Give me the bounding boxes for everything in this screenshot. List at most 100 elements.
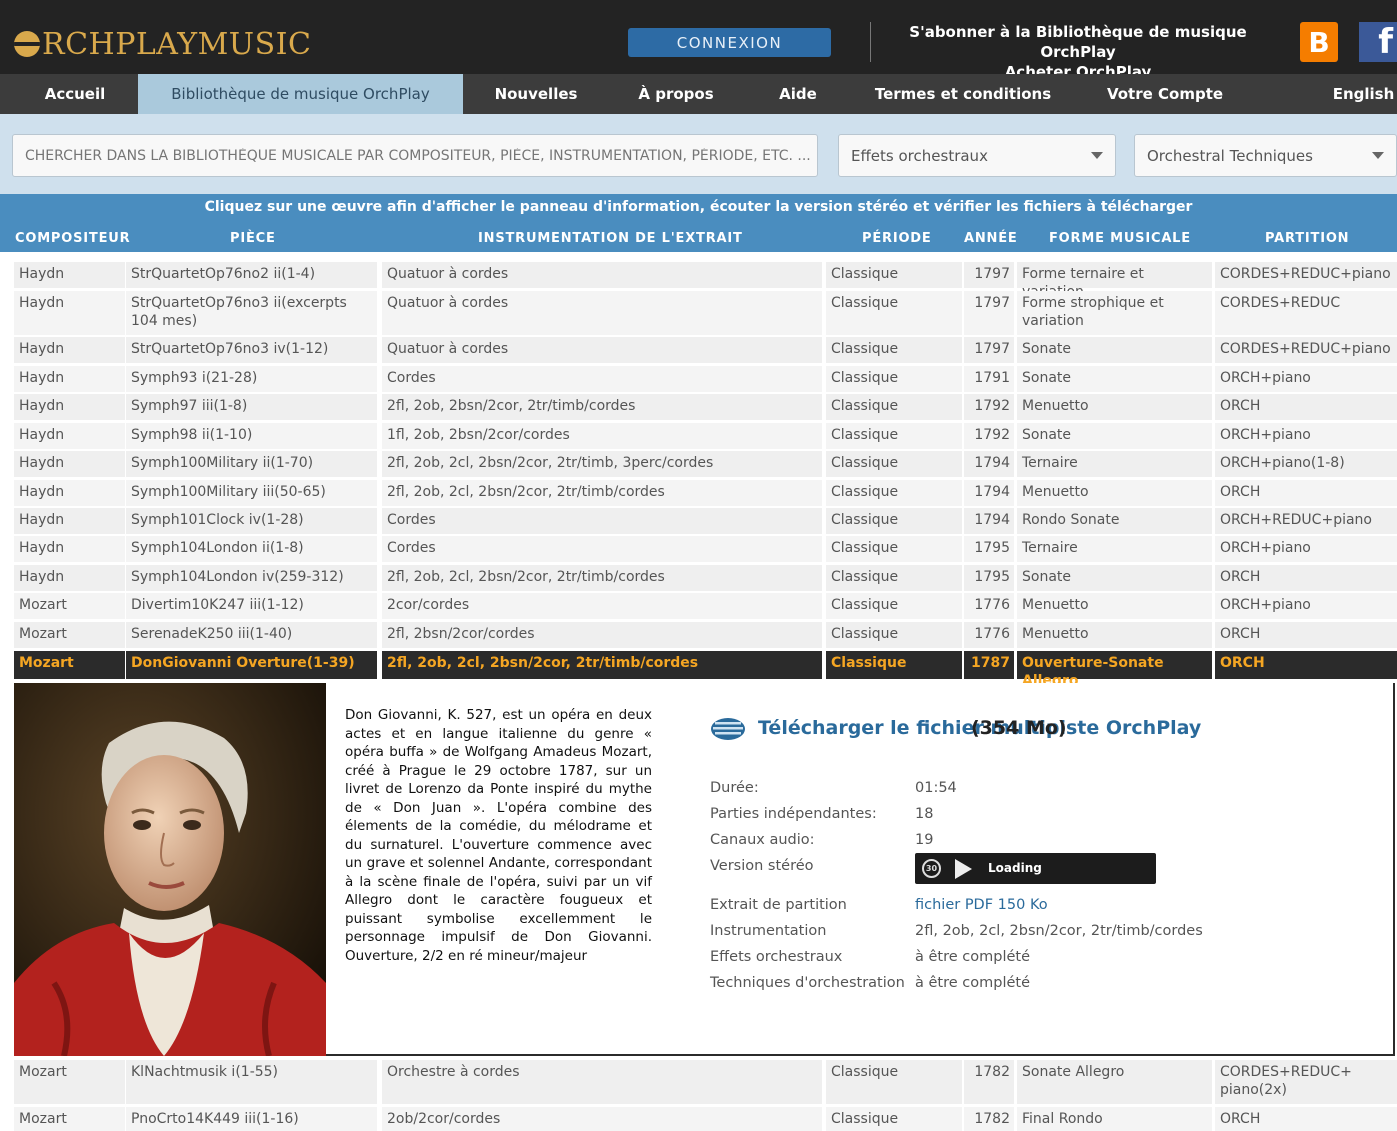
cell-form: Sonate — [1017, 366, 1212, 392]
subscribe-link[interactable]: S'abonner à la Bibliothèque de musique O… — [880, 22, 1276, 62]
search-input[interactable] — [12, 134, 818, 177]
effects-value: à être complété — [915, 949, 1031, 965]
techniques-value: à être complété — [915, 975, 1031, 991]
cell-instrumentation: 2ob/2cor/cordes — [382, 1107, 822, 1131]
cell-form: Ternaire — [1017, 536, 1212, 562]
table-row[interactable]: Haydn Symph104London ii(1-8) Cordes Classiq… — [0, 536, 1397, 562]
cell-year: 1795 — [964, 565, 1014, 591]
cell-year: 1776 — [964, 622, 1014, 648]
cell-composer: Mozart — [14, 1060, 125, 1104]
play-icon[interactable] — [955, 859, 972, 879]
col-instrumentation[interactable]: INSTRUMENTATION DE L'EXTRAIT — [478, 231, 743, 246]
col-composer[interactable]: COMPOSITEUR — [15, 231, 130, 246]
nav-account[interactable]: Votre Compte — [1100, 74, 1230, 114]
cell-piece: KlNachtmusik i(1-55) — [126, 1060, 377, 1104]
effects-select[interactable]: Effets orchestraux — [838, 134, 1116, 177]
download-size: (354 Mo) — [971, 717, 1067, 739]
cell-piece: Symph100Military ii(1-70) — [126, 451, 377, 477]
cell-form: Menuetto — [1017, 593, 1212, 619]
cell-composer: Haydn — [14, 366, 125, 392]
detail-content: Don Giovanni, K. 527, est un opéra en de… — [326, 683, 1393, 1054]
nav-help[interactable]: Aide — [760, 74, 836, 114]
table-hint: Cliquez sur une œuvre afin d'afficher le… — [204, 199, 1193, 215]
cell-piece: StrQuartetOp76no3 iv(1-12) — [126, 337, 377, 363]
cell-score: CORDES+REDUC+ piano(2x) — [1215, 1060, 1397, 1104]
cell-period: Classique — [826, 262, 962, 288]
cell-piece: SerenadeK250 iii(1-40) — [126, 622, 377, 648]
cell-period: Classique — [826, 1060, 962, 1104]
techniques-select[interactable]: Orchestral Techniques — [1134, 134, 1397, 177]
table-row[interactable]: Mozart KlNachtmusik i(1-55) Orchestre à co… — [0, 1060, 1397, 1104]
player-status: Loading — [988, 861, 1042, 875]
blogger-icon[interactable]: B — [1300, 22, 1338, 62]
multitrack-download-icon[interactable] — [710, 717, 746, 741]
table-row[interactable]: Mozart PnoCrto14K449 iii(1-16) 2ob/2cor/co… — [0, 1107, 1397, 1131]
facebook-icon[interactable]: f — [1359, 22, 1397, 62]
cell-score: CORDES+REDUC+piano — [1215, 337, 1397, 363]
excerpt-label: Extrait de partition — [710, 897, 847, 913]
nav-library[interactable]: Bibliothèque de musique OrchPlay — [138, 74, 463, 114]
cell-composer: Haydn — [14, 337, 125, 363]
cell-year: 1794 — [964, 451, 1014, 477]
cell-form: Sonate — [1017, 337, 1212, 363]
pdf-link-text[interactable]: fichier PDF 150 Ko — [915, 897, 1048, 913]
col-score[interactable]: PARTITION — [1265, 231, 1349, 246]
nav-language[interactable]: English — [1330, 74, 1397, 114]
cell-score: CORDES+REDUC+piano — [1215, 262, 1397, 288]
login-button[interactable]: CONNEXION — [628, 28, 831, 57]
col-form[interactable]: FORME MUSICALE — [1049, 231, 1191, 246]
table-row-selected[interactable]: Mozart DonGiovanni Overture(1-39) 2fl, 2ob… — [0, 651, 1397, 689]
table-row[interactable]: Haydn StrQuartetOp76no2 ii(1-4) Quatuor à … — [0, 262, 1397, 300]
cell-instrumentation: 2fl, 2ob, 2bsn/2cor, 2tr/timb/cordes — [382, 394, 822, 420]
cell-score: ORCH+piano — [1215, 593, 1397, 619]
excerpt-pdf-link[interactable]: fichier PDF 150 Ko — [915, 897, 1048, 913]
cell-piece: Symph101Clock iv(1-28) — [126, 508, 377, 534]
cell-period: Classique — [826, 451, 962, 477]
nav-about[interactable]: À propos — [620, 74, 732, 114]
parts-value: 18 — [915, 806, 934, 822]
cell-piece: PnoCrto14K449 iii(1-16) — [126, 1107, 377, 1131]
nav-terms[interactable]: Termes et conditions — [870, 74, 1056, 114]
cell-instrumentation: 2fl, 2ob, 2cl, 2bsn/2cor, 2tr/timb, 3per… — [382, 451, 822, 477]
logo[interactable]: RCHPLAYMUSIC — [14, 24, 311, 64]
instrumentation-value: 2fl, 2ob, 2cl, 2bsn/2cor, 2tr/timb/corde… — [915, 923, 1203, 939]
skip-back-30-icon[interactable]: 30 — [922, 859, 941, 878]
cell-composer: Mozart — [14, 593, 125, 619]
cell-piece: DonGiovanni Overture(1-39) — [126, 651, 377, 679]
table-row[interactable]: Haydn Symph104London iv(259-312) 2fl, 2ob,… — [0, 565, 1397, 591]
col-piece[interactable]: PIÈCE — [230, 231, 276, 246]
table-row[interactable]: Haydn Symph93 i(21-28) Cordes Classique 1791… — [0, 366, 1397, 392]
cell-form: Forme ternaire et variation — [1017, 262, 1212, 300]
top-bar: RCHPLAYMUSIC CONNEXION S'abonner à la Bi… — [0, 0, 1397, 81]
cell-composer: Haydn — [14, 262, 125, 288]
table-row[interactable]: Haydn StrQuartetOp76no3 iv(1-12) Quatuor à… — [0, 337, 1397, 363]
cell-form: Final Rondo — [1017, 1107, 1212, 1131]
cell-period: Classique — [826, 337, 962, 363]
cell-form: Rondo Sonate — [1017, 508, 1212, 534]
cell-score: ORCH+REDUC+piano — [1215, 508, 1397, 534]
table-row[interactable]: Haydn StrQuartetOp76no3 ii(excerpts 104 m… — [0, 291, 1397, 335]
cell-piece: Divertim10K247 iii(1-12) — [126, 593, 377, 619]
nav-home[interactable]: Accueil — [14, 74, 136, 114]
cell-composer: Mozart — [14, 622, 125, 648]
subscribe-links: S'abonner à la Bibliothèque de musique O… — [880, 22, 1276, 82]
techniques-label: Techniques d'orchestration — [710, 975, 905, 991]
cell-period: Classique — [826, 366, 962, 392]
stereo-label: Version stéréo — [710, 858, 814, 874]
cell-year: 1794 — [964, 480, 1014, 506]
table-row[interactable]: Haydn Symph97 iii(1-8) 2fl, 2ob, 2bsn/2cor… — [0, 394, 1397, 420]
table-row[interactable]: Mozart Divertim10K247 iii(1-12) 2cor/corde… — [0, 593, 1397, 619]
cell-composer: Mozart — [14, 651, 125, 679]
table-row[interactable]: Haydn Symph100Military iii(50-65) 2fl, 2ob… — [0, 480, 1397, 506]
col-year[interactable]: ANNÉE — [964, 231, 1018, 246]
channels-value: 19 — [915, 832, 934, 848]
table-row[interactable]: Haydn Symph101Clock iv(1-28) Cordes Classiq… — [0, 508, 1397, 534]
cell-piece: Symph98 ii(1-10) — [126, 423, 377, 449]
col-period[interactable]: PÉRIODE — [862, 231, 932, 246]
table-row[interactable]: Haydn Symph100Military ii(1-70) 2fl, 2ob, … — [0, 451, 1397, 477]
table-row[interactable]: Haydn Symph98 ii(1-10) 1fl, 2ob, 2bsn/2cor… — [0, 423, 1397, 449]
table-row[interactable]: Mozart SerenadeK250 iii(1-40) 2fl, 2bsn/2c… — [0, 622, 1397, 648]
nav-news[interactable]: Nouvelles — [480, 74, 592, 114]
cell-instrumentation: 1fl, 2ob, 2bsn/2cor/cordes — [382, 423, 822, 449]
cell-year: 1782 — [964, 1107, 1014, 1131]
